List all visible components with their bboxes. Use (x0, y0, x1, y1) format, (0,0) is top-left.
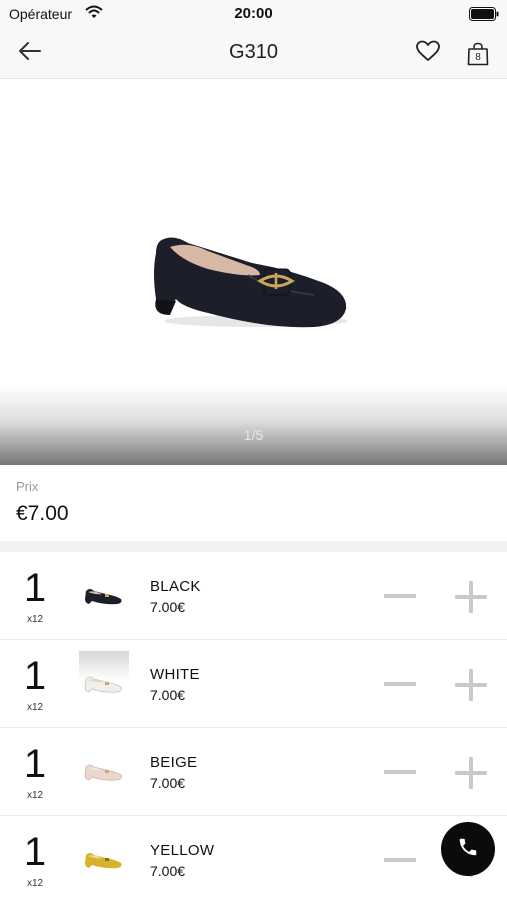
section-divider (0, 541, 507, 552)
variant-row-black: 1 x12 BLACK 7.00€ (0, 552, 507, 640)
pack-size: x12 (26, 790, 44, 801)
variant-row-white: 1 x12 WHITE 7.00€ (0, 640, 507, 728)
variant-price: 7.00€ (150, 863, 186, 879)
price-label: Prix (16, 479, 39, 494)
variant-thumbnail (79, 651, 129, 717)
gallery-gradient (0, 385, 507, 465)
cart-button[interactable]: 8 (460, 28, 496, 79)
phone-icon (457, 836, 479, 863)
variant-color-name: BLACK (150, 578, 201, 595)
variant-color-name: BEIGE (150, 754, 198, 771)
decrease-quantity-button[interactable] (382, 580, 418, 612)
navigation-bar: G310 8 (0, 28, 507, 79)
battery-icon (469, 7, 499, 21)
call-button[interactable] (441, 822, 495, 876)
status-time: 20:00 (234, 5, 273, 22)
variant-row-beige: 1 x12 BEIGE 7.00€ (0, 728, 507, 816)
variant-thumbnail (79, 563, 129, 629)
color-variant-list: 1 x12 BLACK 7.00€ 1 x12 WHITE 7.00€ 1 x1… (0, 552, 507, 900)
favorite-button[interactable] (410, 28, 446, 79)
pack-size: x12 (26, 614, 44, 625)
price-section: Prix €7.00 (0, 465, 507, 541)
quantity-value: 1 (23, 742, 47, 786)
increase-quantity-button[interactable] (453, 580, 489, 616)
cart-count: 8 (475, 51, 481, 63)
variant-price: 7.00€ (150, 599, 186, 615)
status-bar: Opérateur 20:00 (0, 0, 507, 28)
increase-quantity-button[interactable] (453, 668, 489, 704)
increase-quantity-button[interactable] (453, 756, 489, 792)
variant-row-yellow: 1 x12 YELLOW 7.00€ (0, 816, 507, 900)
heart-icon (416, 40, 440, 67)
quantity-value: 1 (23, 566, 47, 610)
pack-size: x12 (26, 878, 44, 889)
pack-size: x12 (26, 702, 44, 713)
variant-price: 7.00€ (150, 775, 186, 791)
decrease-quantity-button[interactable] (382, 844, 418, 876)
product-image (148, 229, 354, 338)
variant-color-name: WHITE (150, 666, 200, 683)
product-image-gallery[interactable]: 1/5 (0, 79, 507, 465)
variant-price: 7.00€ (150, 687, 186, 703)
quantity-value: 1 (23, 830, 47, 874)
decrease-quantity-button[interactable] (382, 668, 418, 700)
quantity-value: 1 (23, 654, 47, 698)
price-value: €7.00 (16, 502, 69, 525)
variant-color-name: YELLOW (150, 842, 215, 859)
variant-thumbnail (79, 739, 129, 805)
decrease-quantity-button[interactable] (382, 756, 418, 788)
shopping-bag-icon: 8 (467, 42, 489, 66)
variant-thumbnail (79, 827, 129, 893)
gallery-page-indicator: 1/5 (243, 427, 264, 443)
